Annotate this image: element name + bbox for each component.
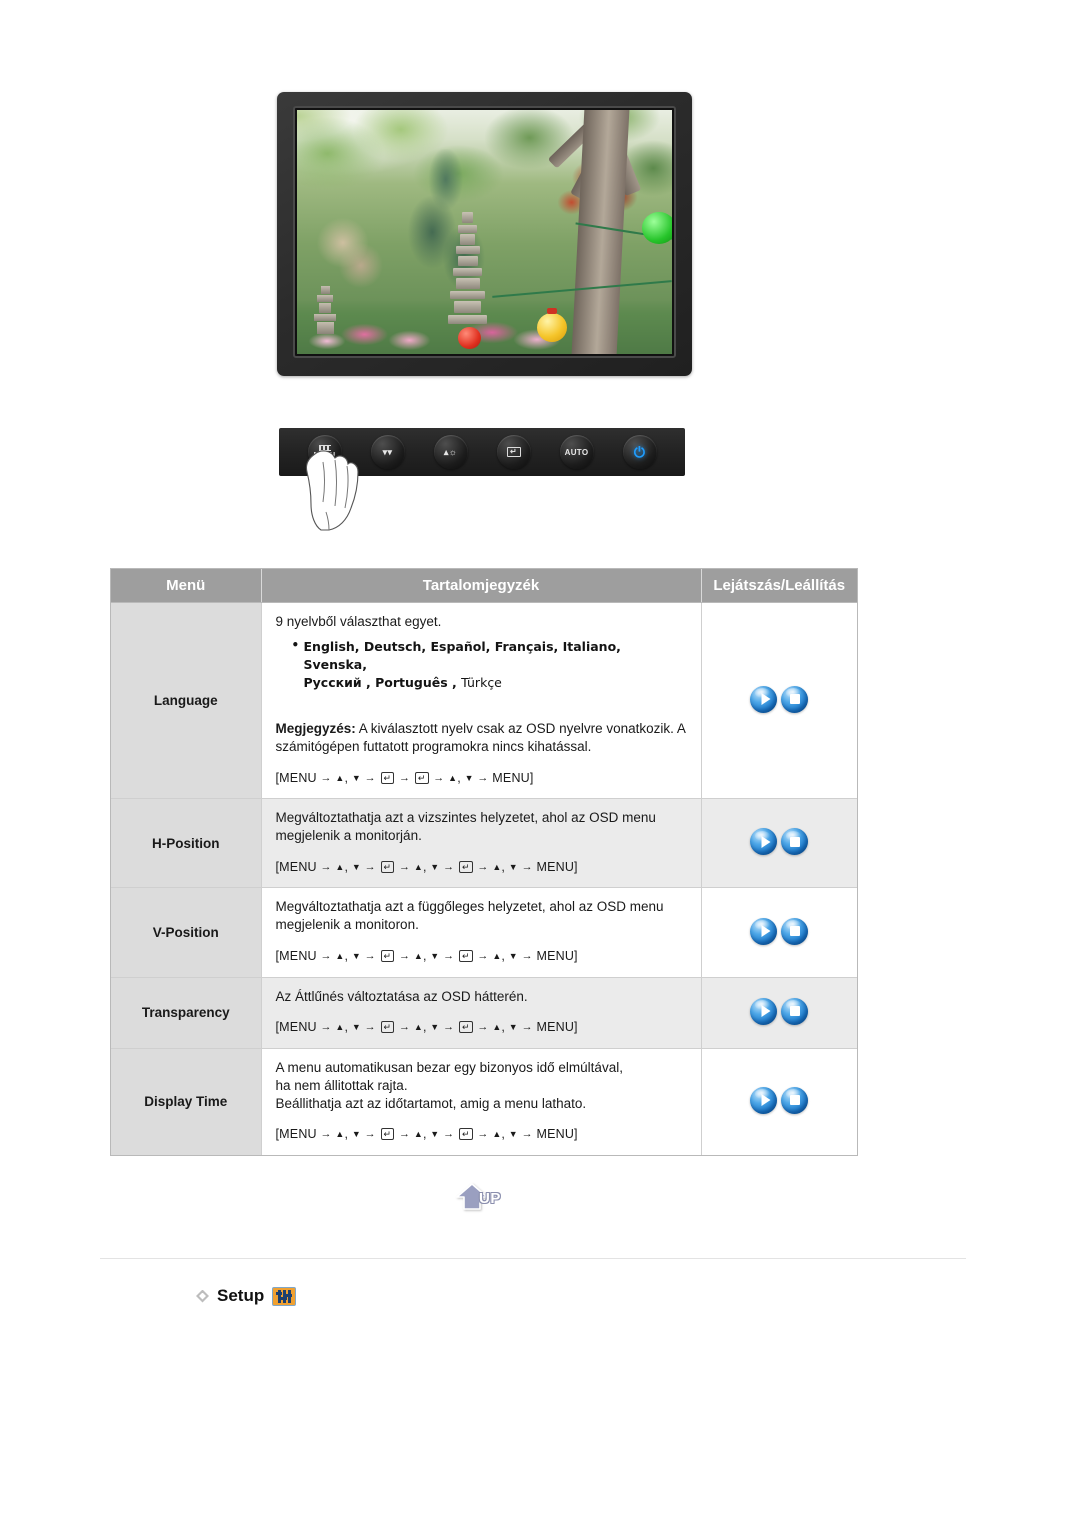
key-sequence-transparency: [MENU → ▲, ▼ → ↵ → ▲, ▼ → ↵ → ▲, ▼ → MEN… [275,1020,578,1035]
key-sequence-display-time: [MENU → ▲, ▼ → ↵ → ▲, ▼ → ↵ → ▲, ▼ → MEN… [275,1127,578,1142]
stop-orb-icon[interactable] [781,828,809,856]
stop-orb-icon[interactable] [781,917,809,945]
language-list-line2-thin: Türkçe [461,675,502,691]
small-stone-pagoda [312,285,338,340]
display-time-line2: ha nem állitottak rajta. [275,1077,408,1093]
diamond-bullet-icon [196,1289,209,1303]
header-playstop: Lejátszás/Leállítás [701,569,857,603]
display-time-line3: Beállithatja azt az időtartamot, amig a … [275,1095,587,1111]
up-button-label: UP [479,1190,501,1207]
content-h-position: Megváltoztathatja azt a vizszintes helyz… [261,798,702,889]
v-position-text: Megváltoztathatja azt a függőleges helyz… [275,899,664,933]
play-orb-icon[interactable] [750,997,778,1025]
power-icon: ⏻ [633,444,646,460]
language-list: English, Deutsch, Español, Français, Ita… [292,637,687,692]
table-row: Language 9 nyelvből választhat egyet. En… [111,602,857,800]
content-display-time: A menu automatikusan bezar egy bizonyos … [261,1048,702,1155]
language-intro: 9 nyelvből választhat egyet. [275,614,442,629]
menu-label-language: Language [111,602,262,800]
monitor-illustration [277,92,692,376]
osd-menu-table: Menü Tartalomjegyzék Lejátszás/Leállítás… [110,568,858,1156]
play-orb-icon[interactable] [750,685,778,713]
yellow-lantern [537,308,567,342]
header-menu: Menü [111,569,262,603]
h-position-text: Megváltoztathatja azt a vizszintes helyz… [275,810,656,844]
monitor-inner-bezel [293,106,676,358]
table-row: Transparency Az Áttlűnés változtatása az… [111,977,857,1049]
table-header-row: Menü Tartalomjegyzék Lejátszás/Leállítás [111,569,857,603]
content-v-position: Megváltoztathatja azt a függőleges helyz… [261,887,702,978]
playstop-v-position [701,887,857,978]
note-label: Megjegyzés: [275,721,356,737]
stone-pagoda [447,212,488,329]
transparency-text: Az Áttlűnés változtatása az OSD hátterén… [275,988,528,1004]
language-list-line1: English, Deutsch, Español, Français, Ita… [303,638,621,672]
enter-button[interactable]: ↵ [496,435,531,469]
play-orb-icon[interactable] [750,828,778,856]
brightness-button[interactable]: ▴☼ [433,435,468,469]
auto-button-label: AUTO [564,447,589,457]
stop-orb-icon[interactable] [781,685,809,713]
brightness-icon: ▴☼ [443,446,458,457]
table-row: Display Time A menu automatikusan bezar … [111,1048,857,1155]
monitor-bezel [277,92,692,376]
down-arrow-icon: ▾▾ [382,446,393,457]
content-language: 9 nyelvből választhat egyet. English, De… [261,602,702,800]
key-sequence-h-position: [MENU → ▲, ▼ → ↵ → ▲, ▼ → ↵ → ▲, ▼ → MEN… [275,859,578,874]
enter-icon: ↵ [506,447,521,457]
menu-label-transparency: Transparency [111,977,262,1049]
sliders-icon [272,1286,297,1306]
key-sequence-v-position: [MENU → ▲, ▼ → ↵ → ▲, ▼ → ↵ → ▲, ▼ → MEN… [275,949,578,964]
menu-button[interactable]: MENU [307,435,342,469]
monitor-screen-image [297,110,672,354]
auto-button[interactable]: AUTO [559,435,594,469]
monitor-control-panel: MENU ▾▾ ▴☼ ↵ AUTO ⏻ [279,428,685,531]
menu-bars-icon [318,444,331,451]
stop-orb-icon[interactable] [781,1086,809,1114]
down-button[interactable]: ▾▾ [370,435,405,469]
playstop-display-time [701,1048,857,1155]
playstop-language [701,602,857,800]
red-lantern [458,327,481,350]
playstop-transparency [701,977,857,1049]
language-note: Megjegyzés: A kiválasztott nyelv csak az… [276,720,687,756]
table-row: H-Position Megváltoztathatja azt a vizsz… [111,798,857,889]
setup-label: Setup [217,1286,265,1305]
menu-label-display-time: Display Time [111,1048,262,1155]
header-contents: Tartalomjegyzék [261,569,702,603]
play-orb-icon[interactable] [750,917,778,945]
green-lantern [642,212,672,245]
play-orb-icon[interactable] [750,1086,778,1114]
table-row: V-Position Megváltoztathatja azt a függő… [111,887,857,978]
content-transparency: Az Áttlűnés változtatása az OSD hátterén… [261,977,702,1049]
menu-label-v-position: V-Position [111,887,262,978]
language-list-line2: Русский , Português , [303,675,462,691]
stop-orb-icon[interactable] [781,997,809,1025]
menu-label-h-position: H-Position [111,798,262,889]
menu-button-label: MENU [313,451,336,459]
power-button[interactable]: ⏻ [622,435,657,469]
section-divider [100,1258,966,1259]
display-time-line1: A menu automatikusan bezar egy bizonyos … [275,1059,623,1075]
key-sequence-language: [MENU → ▲, ▼ → ↵ → ↵ → ▲, ▼ → MENU] [275,770,534,785]
up-button[interactable]: UP [455,1182,517,1216]
setup-section-heading[interactable]: Setup [196,1286,297,1306]
playstop-h-position [701,798,857,889]
